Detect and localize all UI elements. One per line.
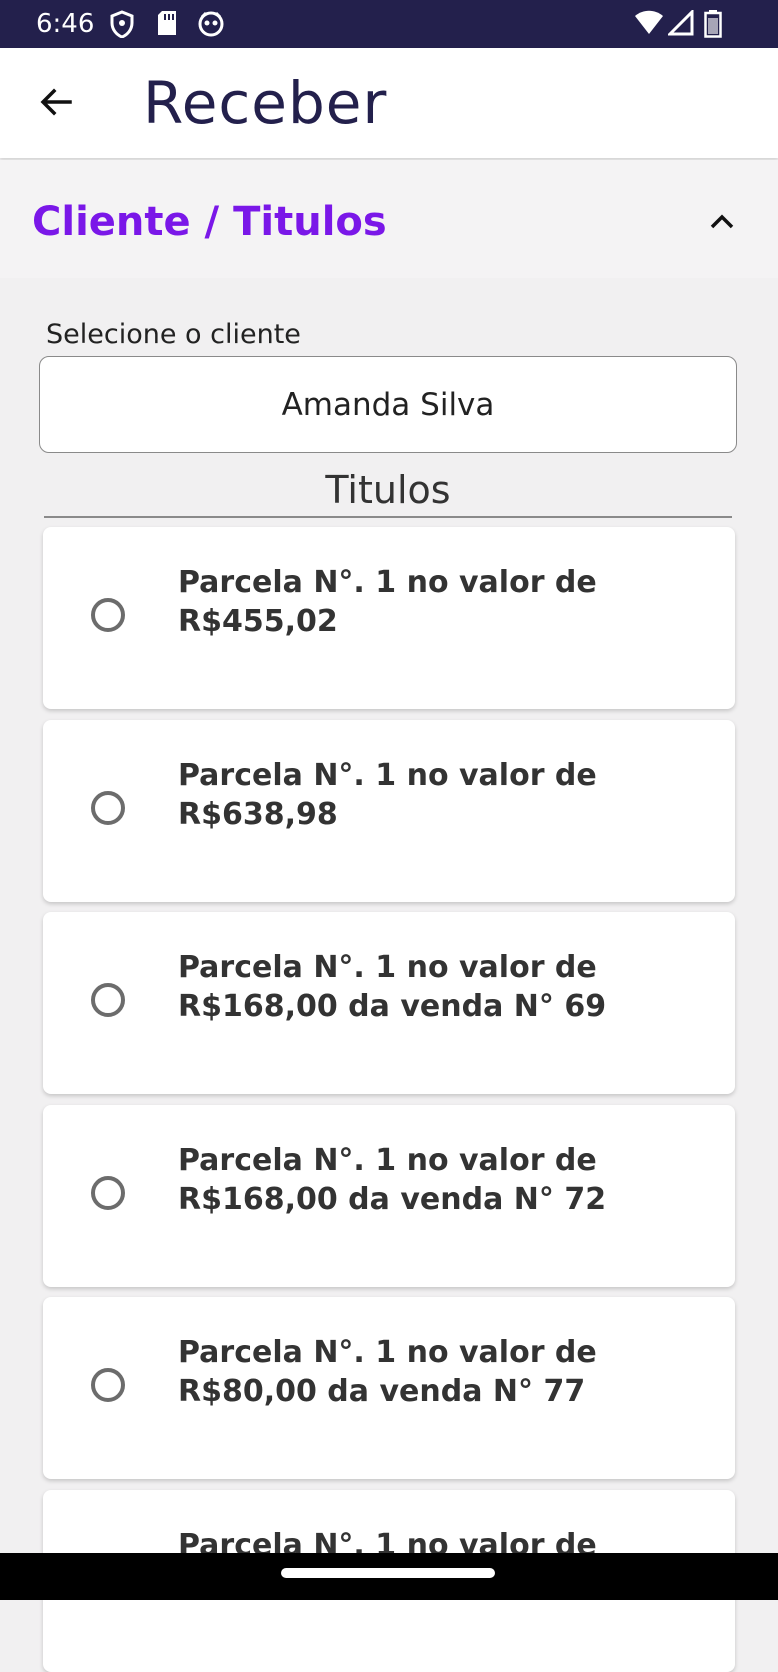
sd-card-icon bbox=[156, 10, 178, 40]
arrow-left-icon bbox=[40, 88, 72, 116]
list-item-label: Parcela N°. 1 no valor de R$168,00 da ve… bbox=[178, 950, 607, 1024]
list-item-label: Parcela N°. 1 no valor de R$80,00 da ven… bbox=[178, 1335, 597, 1409]
list-item[interactable]: Parcela N°. 1 no valor de R$455,02 bbox=[43, 527, 735, 709]
chevron-up-icon bbox=[710, 214, 734, 229]
section-title: Cliente / Titulos bbox=[32, 199, 387, 245]
radio-button[interactable] bbox=[91, 983, 125, 1017]
list-item-label: Parcela N°. 1 no valor de R$638,98 bbox=[178, 758, 597, 832]
radio-button[interactable] bbox=[91, 598, 125, 632]
section-header[interactable]: Cliente / Titulos bbox=[0, 160, 778, 278]
radio-button[interactable] bbox=[91, 1368, 125, 1402]
radio-button[interactable] bbox=[91, 1176, 125, 1210]
battery-icon bbox=[704, 10, 722, 42]
page-title: Receber bbox=[143, 69, 388, 137]
status-time: 6:46 bbox=[36, 9, 95, 39]
back-button[interactable] bbox=[34, 80, 78, 124]
radio-button[interactable] bbox=[91, 791, 125, 825]
list-item[interactable]: Parcela N°. 1 no valor de R$80,00 da ven… bbox=[43, 1297, 735, 1479]
app-bar: Receber bbox=[0, 48, 778, 158]
client-select[interactable]: Amanda Silva bbox=[39, 356, 737, 453]
list-item[interactable]: Parcela N°. 1 no valor de R$168,00 da ve… bbox=[43, 1105, 735, 1287]
client-selected-value: Amanda Silva bbox=[281, 386, 495, 423]
shield-icon bbox=[110, 10, 134, 42]
wifi-icon bbox=[634, 10, 664, 40]
face-icon bbox=[197, 10, 225, 42]
home-handle[interactable] bbox=[281, 1568, 495, 1578]
collapse-button[interactable] bbox=[700, 200, 744, 244]
list-item-label: Parcela N°. 1 no valor de R$455,02 bbox=[178, 565, 597, 639]
status-bar: 6:46 bbox=[0, 0, 778, 48]
list-item-label: Parcela N°. 1 no valor de R$168,00 da ve… bbox=[178, 1143, 607, 1217]
titulos-heading: Titulos bbox=[44, 464, 732, 518]
client-label: Selecione o cliente bbox=[46, 319, 301, 350]
list-item[interactable]: Parcela N°. 1 no valor de R$638,98 bbox=[43, 720, 735, 902]
list-item[interactable]: Parcela N°. 1 no valor de R$168,00 da ve… bbox=[43, 912, 735, 1094]
signal-icon bbox=[666, 8, 694, 40]
